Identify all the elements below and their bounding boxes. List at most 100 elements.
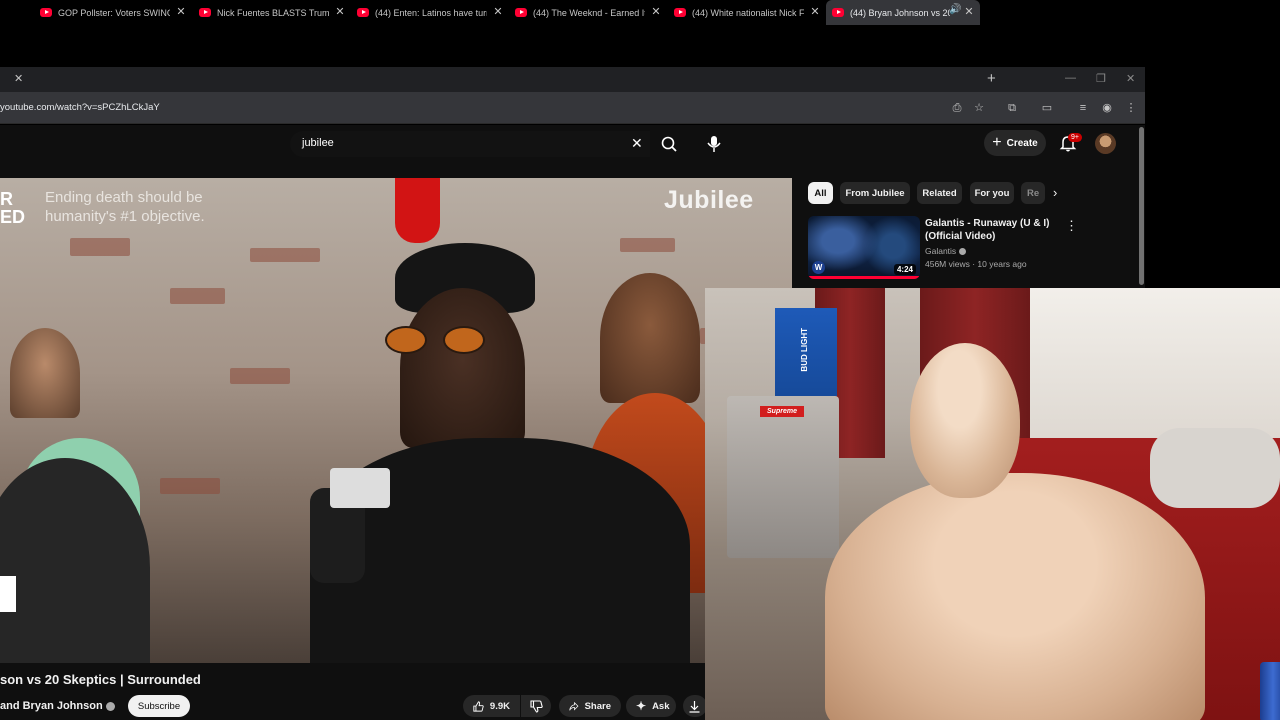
bookmark-star-icon[interactable]: ☆ (972, 101, 986, 115)
clear-search-icon[interactable]: ✕ (631, 135, 643, 152)
browser-tab[interactable]: (44) White nationalist Nick Fue ✕ (674, 0, 822, 25)
watch-progress-bar (808, 276, 920, 279)
recommendation-title[interactable]: Galantis - Runaway (U & I) (Official Vid… (925, 217, 1065, 243)
create-button[interactable]: + Create (984, 130, 1046, 156)
browser-tab[interactable]: GOP Pollster: Voters SWING HE ✕ (40, 0, 188, 25)
close-tab-icon[interactable]: ✕ (174, 5, 188, 18)
red-card (0, 576, 16, 612)
pillow (1150, 428, 1280, 508)
ask-button[interactable]: ✦ Ask (626, 695, 676, 717)
share-label: Share (584, 700, 611, 712)
video-player[interactable]: R ED Ending death should be humanity's #1… (0, 178, 792, 663)
subscribe-button[interactable]: Subscribe (128, 695, 190, 717)
browser-tab-active[interactable]: (44) Bryan Johnson vs 20 Sk 🔊 ✕ (826, 0, 980, 25)
drink-can (1260, 662, 1280, 720)
youtube-favicon-icon (832, 8, 844, 17)
close-tab-icon[interactable]: ✕ (333, 5, 347, 18)
chevron-right-icon[interactable]: › (1053, 185, 1057, 200)
chip-recent[interactable]: Re (1021, 182, 1045, 204)
search-input[interactable]: jubilee ✕ (290, 131, 650, 157)
chip-from-jubilee[interactable]: From Jubilee (840, 182, 910, 204)
dislike-button[interactable] (521, 695, 551, 717)
maximize-icon[interactable]: ❐ (1096, 72, 1106, 85)
streamer-body (825, 473, 1205, 720)
wall-brick (70, 238, 130, 256)
more-options-icon[interactable]: ⋮ (1065, 218, 1078, 234)
create-label: Create (1006, 137, 1038, 149)
tab-title: GOP Pollster: Voters SWING HE (58, 7, 170, 18)
speaker-icon[interactable]: 🔊 (949, 4, 961, 15)
screen: ✕ GOP Pollster: Voters SWING HE ✕ Nick F… (0, 0, 1280, 720)
download-icon (689, 700, 700, 713)
tab-title: (44) The Weeknd - Earned It (fr (533, 7, 645, 18)
voice-search-button[interactable] (703, 131, 725, 157)
chip-all[interactable]: All (808, 182, 833, 204)
close-tab-icon[interactable]: ✕ (962, 5, 976, 18)
jubilee-watermark: Jubilee (664, 186, 754, 214)
scrollbar-thumb[interactable] (1139, 127, 1144, 285)
streamer-head (910, 343, 1020, 498)
like-button[interactable]: 9.9K (463, 695, 520, 717)
verified-icon (959, 248, 967, 256)
recommendation-thumbnail[interactable]: W 4:24 (808, 216, 920, 279)
youtube-favicon-icon (40, 8, 52, 17)
chip-related[interactable]: Related (917, 182, 962, 204)
minimize-icon[interactable]: — (1065, 72, 1076, 84)
chip-label: All (814, 187, 827, 199)
share-button[interactable]: Share (559, 695, 621, 717)
search-button[interactable] (651, 131, 687, 157)
close-window-icon[interactable]: ✕ (1126, 72, 1135, 85)
media-controls-icon[interactable]: ≡ (1076, 101, 1090, 115)
wall-brick (230, 368, 290, 384)
close-tab-icon[interactable]: ✕ (491, 5, 505, 18)
browser-tab[interactable]: (44) Enten: Latinos have turned ✕ (357, 0, 505, 25)
tab-title: (44) Bryan Johnson vs 20 Sk (850, 7, 950, 18)
recommendation-channel[interactable]: Galantis (925, 246, 967, 256)
video-title: son vs 20 Skeptics | Surrounded (0, 672, 201, 687)
download-button[interactable] (683, 695, 707, 717)
browser-menu-icon[interactable]: ⋮ (1124, 101, 1138, 115)
avatar[interactable] (1095, 133, 1116, 154)
recommendation-meta: 456M views · 10 years ago (925, 259, 1027, 269)
close-tab-icon[interactable]: ✕ (14, 72, 23, 85)
new-tab-icon[interactable]: + (987, 70, 996, 87)
white-wall (1030, 288, 1280, 448)
tab-title: Nick Fuentes BLASTS Trump For (217, 7, 329, 18)
search-icon (661, 136, 677, 152)
channel-name[interactable]: and Bryan Johnson (0, 700, 115, 712)
wall-brick (250, 248, 320, 262)
background-person (10, 328, 80, 418)
video-duration: 4:24 (893, 264, 916, 275)
wall-brick (620, 238, 675, 252)
youtube-favicon-icon (357, 8, 369, 17)
address-bar[interactable]: youtube.com/watch?v=sPCZhLCkJaY ⎙ ☆ ⧉ ▭ … (0, 92, 1145, 124)
subscribe-label: Subscribe (137, 700, 181, 712)
thumbs-up-icon (473, 700, 484, 712)
supreme-sticker: Supreme (760, 406, 804, 417)
youtube-favicon-icon (674, 8, 686, 17)
close-tab-icon[interactable]: ✕ (649, 5, 663, 18)
overlay-tag: R ED (0, 189, 26, 227)
wall-brick (170, 288, 225, 304)
chip-label: Re (1027, 187, 1040, 199)
install-app-icon[interactable]: ⎙ (950, 101, 964, 115)
extensions-icon[interactable]: ⧉ (1005, 101, 1019, 115)
ask-label: Ask (652, 700, 670, 712)
youtube-favicon-icon (199, 8, 211, 17)
profile-icon[interactable]: ◉ (1100, 101, 1114, 115)
side-panel-icon[interactable]: ▭ (1040, 101, 1054, 115)
url-text[interactable]: youtube.com/watch?v=sPCZhLCkJaY (0, 102, 160, 113)
background-person (600, 273, 700, 403)
channel-label: and Bryan Johnson (0, 700, 103, 712)
like-count: 9.9K (489, 700, 510, 712)
warner-logo-icon: W (812, 261, 825, 274)
plus-icon: + (992, 134, 1002, 151)
sunglasses (385, 326, 495, 354)
tab-title: (44) White nationalist Nick Fue (692, 7, 804, 18)
chip-for-you[interactable]: For you (970, 182, 1014, 204)
share-icon (569, 701, 579, 710)
search-query-text[interactable]: jubilee (302, 137, 334, 149)
close-tab-icon[interactable]: ✕ (808, 5, 822, 18)
browser-tab[interactable]: Nick Fuentes BLASTS Trump For ✕ (199, 0, 347, 25)
browser-tab[interactable]: (44) The Weeknd - Earned It (fr ✕ (515, 0, 663, 25)
